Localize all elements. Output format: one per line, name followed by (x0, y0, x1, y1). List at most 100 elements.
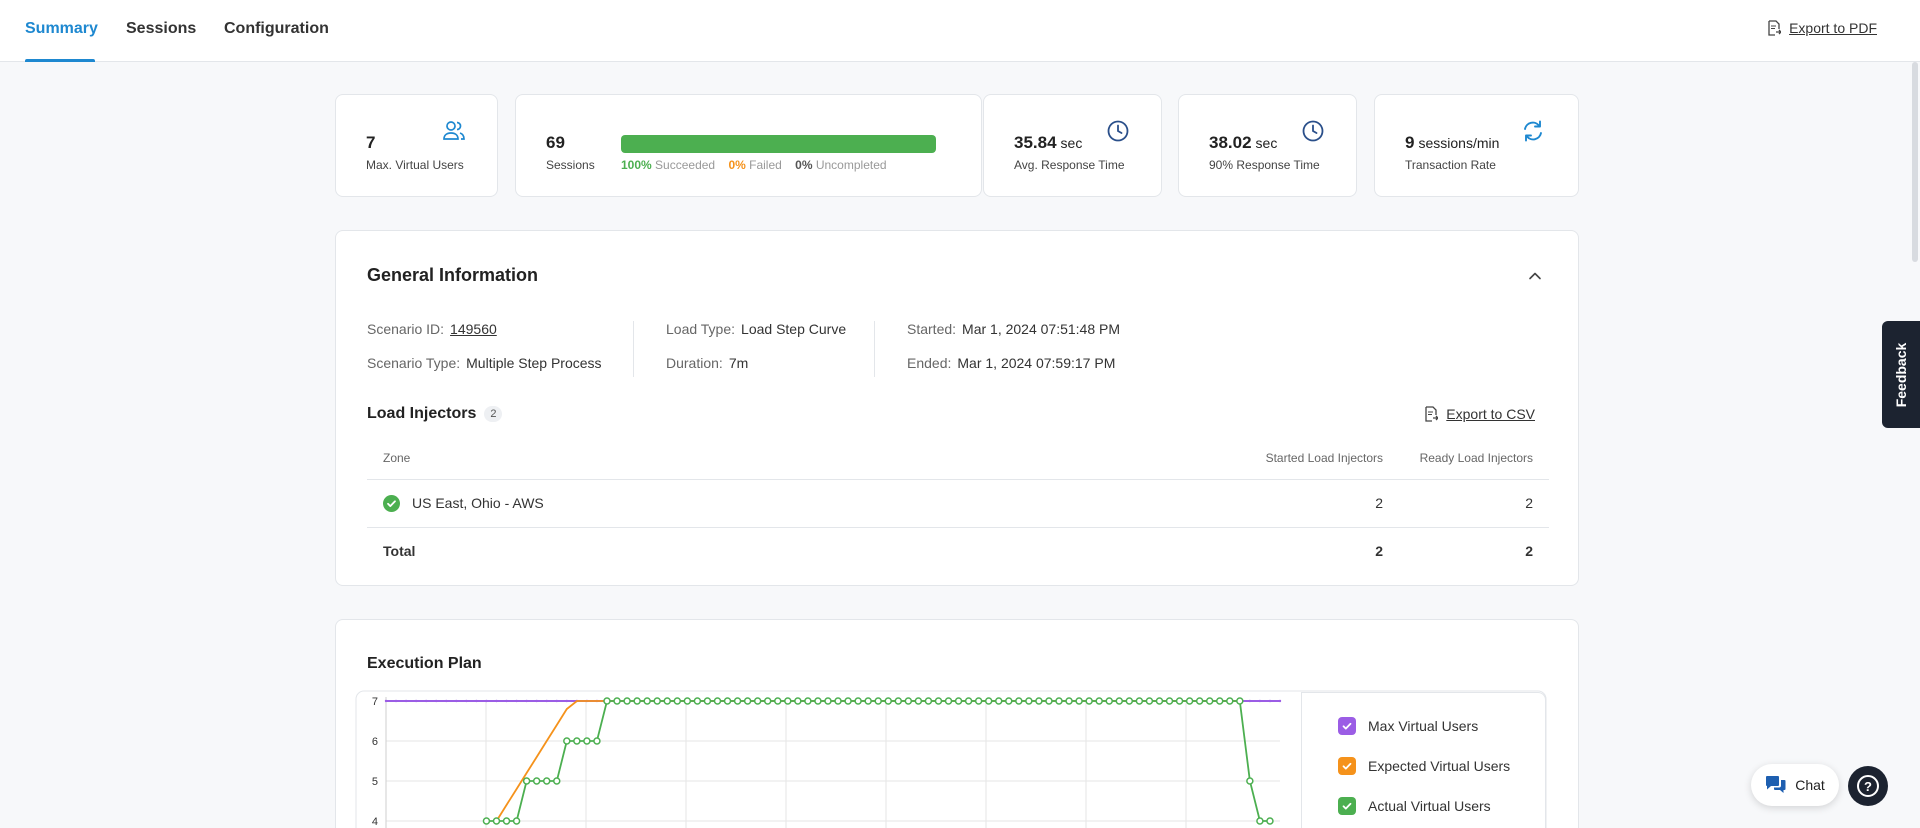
data-point-actual-virtual-users (1145, 697, 1154, 705)
stat-label: 90% Response Time (1209, 158, 1320, 172)
legend-label: Max Virtual Users (1368, 718, 1479, 734)
data-point-actual-virtual-users (502, 817, 511, 825)
zone-name: US East, Ohio - AWS (412, 495, 544, 511)
uncompleted-label: Uncompleted (815, 158, 887, 172)
data-point-actual-virtual-users (994, 697, 1003, 705)
data-point-actual-virtual-users (673, 697, 682, 705)
stat-label: Max. Virtual Users (366, 158, 464, 172)
data-point-actual-virtual-users (1155, 697, 1164, 705)
legend-item-max-virtual-users[interactable]: Max Virtual Users (1338, 717, 1478, 735)
data-point-actual-virtual-users (1085, 697, 1093, 705)
data-point-actual-virtual-users (593, 737, 601, 745)
data-point-actual-virtual-users (723, 697, 732, 705)
data-point-max-virtual-users (404, 699, 408, 703)
data-point-actual-virtual-users (844, 697, 852, 705)
users-icon (443, 121, 465, 140)
data-point-max-virtual-users (525, 699, 528, 703)
stat-value: 38.02 sec (1209, 133, 1277, 153)
data-point-actual-virtual-users (763, 697, 772, 705)
tab-sessions[interactable]: Sessions (126, 0, 196, 62)
scenario-type-value: Multiple Step Process (466, 355, 602, 371)
succeeded-pct: 100% (621, 158, 652, 172)
tab-summary[interactable]: Summary (25, 0, 98, 62)
chat-bubbles-icon (1766, 776, 1786, 793)
data-point-actual-virtual-users (1015, 697, 1023, 705)
data-point-actual-virtual-users (753, 697, 762, 705)
data-point-max-virtual-users (535, 699, 538, 703)
legend-item-actual-virtual-users[interactable]: Actual Virtual Users (1338, 797, 1491, 815)
load-type-key: Load Type: (666, 321, 736, 337)
tab-configuration[interactable]: Configuration (224, 0, 329, 62)
export-doc-icon (1425, 406, 1439, 422)
data-point-max-virtual-users (1258, 699, 1262, 703)
stat-card-90-response-time: 38.02 sec 90% Response Time (1178, 94, 1357, 197)
started-cell: 2 (1219, 479, 1399, 528)
data-point-actual-virtual-users (512, 817, 521, 825)
chat-button[interactable]: Chat (1751, 764, 1839, 806)
data-point-actual-virtual-users (1236, 697, 1244, 705)
data-point-actual-virtual-users (814, 697, 822, 705)
total-ready: 2 (1525, 543, 1533, 560)
chart-legend: Max Virtual Users Expected Virtual Users… (1301, 692, 1546, 828)
data-point-actual-virtual-users (532, 777, 541, 785)
stat-value: 35.84 sec (1014, 133, 1082, 153)
column-header-started: Started Load Injectors (1219, 437, 1399, 480)
stat-value: 7 (366, 133, 376, 152)
data-point-actual-virtual-users (713, 697, 722, 705)
data-point-max-virtual-users (1248, 699, 1252, 703)
data-point-actual-virtual-users (1215, 697, 1224, 705)
clock-icon (1302, 120, 1324, 142)
data-point-max-virtual-users (445, 699, 448, 703)
total-label: Total (383, 543, 416, 560)
data-point-actual-virtual-users (583, 737, 591, 745)
table-header-row: Zone Started Load Injectors Ready Load I… (367, 437, 1549, 480)
data-point-actual-virtual-users (894, 697, 903, 705)
load-injectors-label: Load Injectors (367, 405, 477, 422)
data-point-actual-virtual-users (914, 697, 923, 705)
load-injectors-count-badge: 2 (484, 405, 503, 422)
help-button[interactable]: ? (1848, 766, 1888, 806)
table-row: US East, Ohio - AWS 2 2 (367, 479, 1549, 528)
duration-key: Duration: (666, 355, 723, 371)
scenario-id-link[interactable]: 149560 (450, 321, 497, 337)
data-point-max-virtual-users (465, 699, 468, 703)
failed-pct: 0% (728, 158, 746, 172)
page-scrollbar[interactable] (1912, 62, 1918, 262)
y-tick-label: 6 (372, 736, 378, 748)
data-point-actual-virtual-users (1256, 817, 1264, 825)
data-point-actual-virtual-users (904, 697, 913, 705)
data-point-actual-virtual-users (1075, 697, 1083, 705)
ended-key: Ended: (907, 355, 952, 371)
column-header-ready: Ready Load Injectors (1399, 437, 1549, 480)
checkbox-checked-icon (1338, 717, 1356, 735)
data-point-max-virtual-users (435, 699, 438, 703)
stat-card-max-virtual-users: 7 Max. Virtual Users (335, 94, 498, 197)
data-point-max-virtual-users (384, 699, 388, 703)
feedback-tab[interactable]: Feedback (1882, 321, 1920, 428)
legend-item-expected-virtual-users[interactable]: Expected Virtual Users (1338, 757, 1510, 775)
data-point-max-virtual-users (455, 699, 458, 703)
started-value: Mar 1, 2024 07:51:48 PM (962, 321, 1121, 337)
data-point-actual-virtual-users (683, 697, 692, 705)
stat-card-sessions: 69 Sessions 100% Succeeded 0% Failed 0% … (515, 94, 982, 197)
data-point-actual-virtual-users (743, 697, 752, 705)
table-total-row: Total 2 2 (367, 527, 1549, 575)
export-to-pdf-button[interactable]: Export to PDF (1767, 20, 1877, 36)
export-to-csv-button[interactable]: Export to CSV (1424, 406, 1535, 422)
stat-value: 69 (546, 133, 565, 152)
execution-plan-card: Execution Plan 7654 Max Virtual Users Ex… (335, 619, 1579, 828)
top-tab-bar: Summary Sessions Configuration Export to… (0, 0, 1920, 62)
refresh-icon (1524, 120, 1542, 142)
data-point-actual-virtual-users (924, 697, 933, 705)
general-information-title: General Information (367, 265, 539, 285)
chevron-up-icon[interactable] (1527, 268, 1543, 284)
stat-label: Avg. Response Time (1014, 158, 1125, 172)
divider (874, 321, 875, 377)
export-to-csv-label: Export to CSV (1446, 406, 1535, 422)
scenario-id-key: Scenario ID: (367, 321, 445, 337)
data-point-actual-virtual-users (1165, 697, 1174, 705)
data-point-actual-virtual-users (1095, 697, 1103, 705)
started-key: Started: (907, 321, 957, 337)
data-point-actual-virtual-users (954, 697, 963, 705)
p90-response-unit: sec (1255, 135, 1278, 151)
